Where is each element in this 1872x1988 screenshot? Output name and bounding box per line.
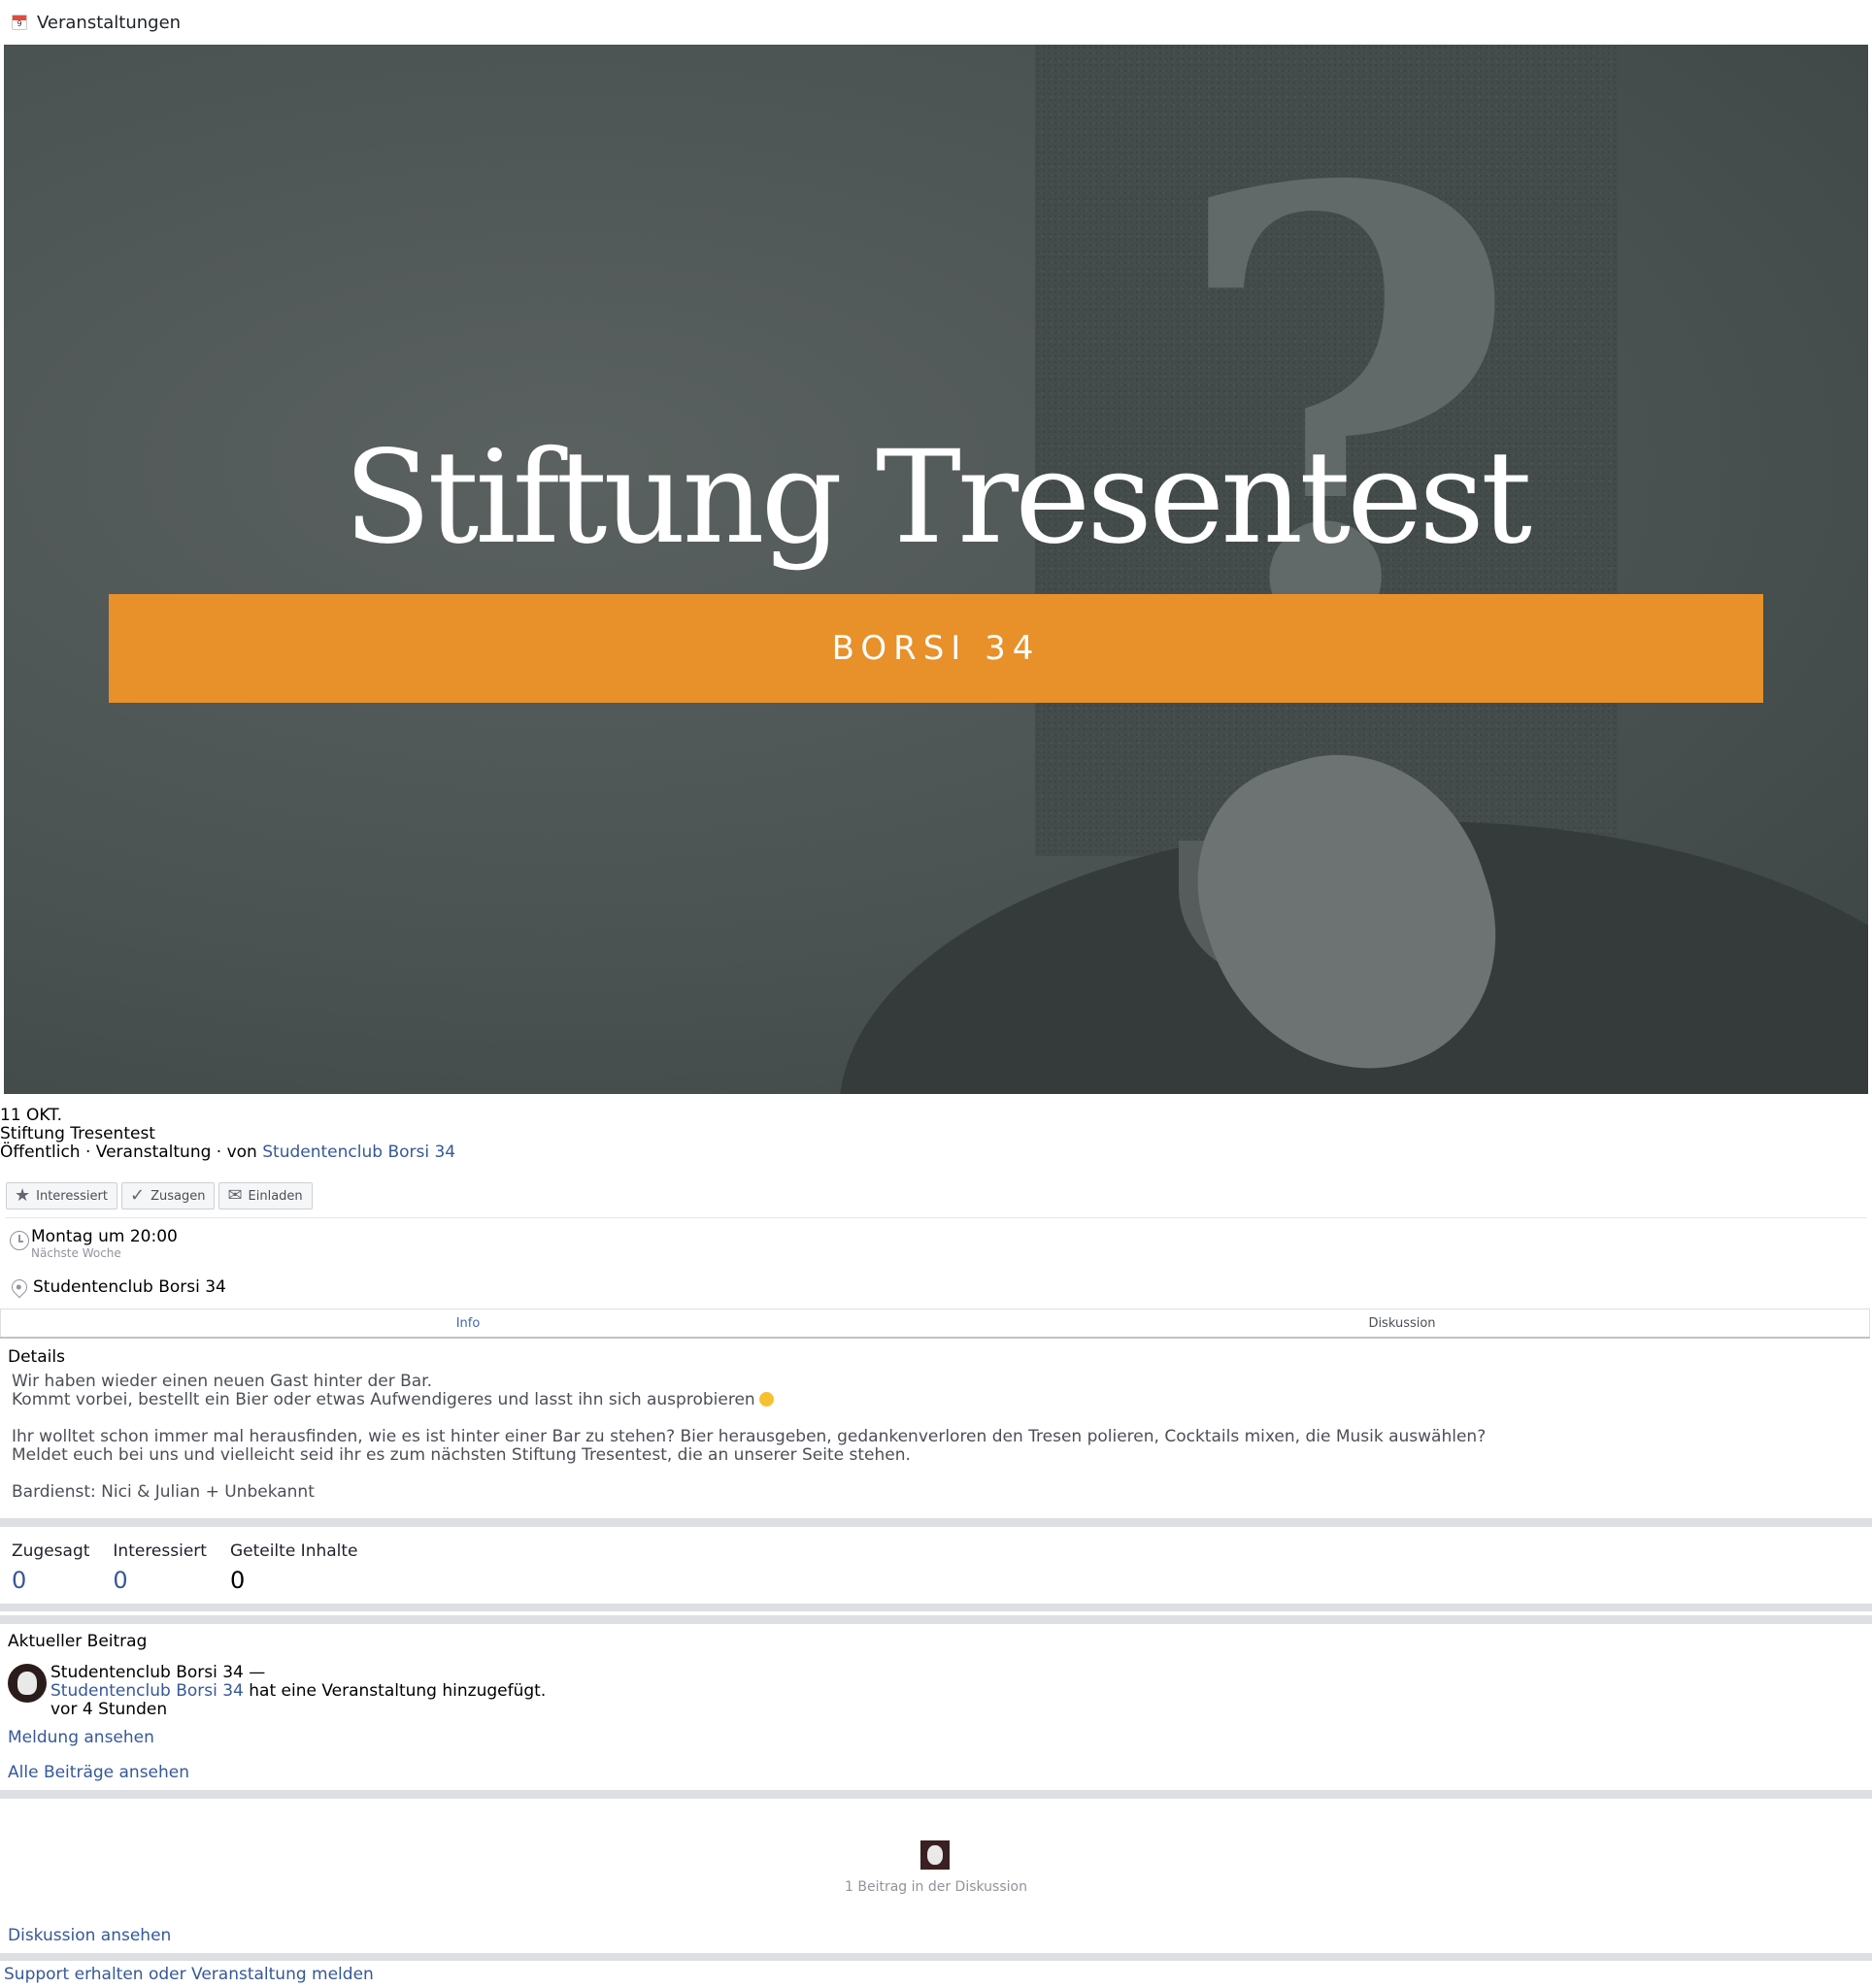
event-host-link[interactable]: Studentenclub Borsi 34 — [262, 1143, 455, 1162]
event-time-relative: Nächste Woche — [31, 1246, 121, 1260]
event-date: 11 OKT. — [0, 1106, 63, 1125]
event-time: Montag um 20:00 — [31, 1227, 178, 1246]
section-separator — [0, 1790, 1872, 1799]
stat-interested[interactable]: Interessiert 0 — [113, 1541, 207, 1594]
event-stats: Zugesagt 0 Interessiert 0 Geteilte Inhal… — [12, 1541, 358, 1594]
stat-going-label: Zugesagt — [12, 1541, 90, 1561]
cover-banner-text: BORSI 34 — [831, 629, 1041, 668]
details-line-text: Kommt vorbei, bestellt ein Bier oder etw… — [12, 1390, 755, 1409]
event-time-row: Montag um 20:00 Nächste Woche — [10, 1227, 178, 1260]
event-location-row: Studentenclub Borsi 34 — [8, 1276, 226, 1299]
invite-button-label: Einladen — [248, 1188, 303, 1204]
invite-button[interactable]: ✉ Einladen — [218, 1182, 313, 1209]
recent-post-title: Aktueller Beitrag — [8, 1632, 148, 1651]
section-separator — [0, 1953, 1872, 1961]
view-all-posts-link[interactable]: Alle Beiträge ansehen — [8, 1763, 189, 1782]
event-tabs: Info Diskussion — [0, 1309, 1870, 1338]
stat-interested-label: Interessiert — [113, 1541, 207, 1561]
view-post-link[interactable]: Meldung ansehen — [8, 1728, 154, 1747]
post-author-link[interactable]: Studentenclub Borsi 34 — [50, 1681, 244, 1701]
details-line: Kommt vorbei, bestellt ein Bier oder etw… — [12, 1391, 1486, 1409]
divider — [6, 1217, 1866, 1218]
stat-shares-label: Geteilte Inhalte — [229, 1541, 358, 1561]
clock-icon — [10, 1231, 29, 1250]
event-name: Stiftung Tresentest — [0, 1124, 155, 1143]
event-meta: Öffentlich · Veranstaltung · von Student… — [0, 1143, 455, 1162]
view-discussion-link[interactable]: Diskussion ansehen — [8, 1926, 171, 1945]
event-cover-image: ? Stiftung Tresentest BORSI 34 — [4, 45, 1868, 1094]
interested-button[interactable]: ★ Interessiert — [6, 1182, 117, 1209]
post-author-line: Studentenclub Borsi 34 — — [50, 1663, 266, 1682]
location-pin-icon — [8, 1276, 31, 1299]
cover-title: Stiftung Tresentest — [343, 423, 1532, 573]
cover-banner: BORSI 34 — [109, 594, 1763, 703]
calendar-icon — [12, 15, 27, 30]
post-action-line: Studentenclub Borsi 34 hat eine Veransta… — [50, 1682, 546, 1701]
going-button-label: Zusagen — [150, 1188, 206, 1204]
details-line: Meldet euch bei uns und vielleicht seid … — [12, 1445, 911, 1465]
post-time: vor 4 Stunden — [50, 1700, 168, 1719]
section-separator — [0, 1604, 1872, 1611]
stat-interested-value: 0 — [113, 1567, 128, 1594]
details-line: Ihr wolltet schon immer mal herausfinden… — [12, 1427, 1487, 1446]
wink-emoji-icon — [758, 1392, 774, 1407]
envelope-icon: ✉ — [227, 1185, 243, 1206]
stat-going-value: 0 — [12, 1567, 27, 1594]
stat-shares: Geteilte Inhalte 0 — [230, 1541, 358, 1594]
post-action-text: hat eine Veranstaltung hinzugefügt. — [243, 1681, 547, 1701]
event-meta-prefix: Öffentlich · Veranstaltung · von — [0, 1143, 263, 1162]
event-location[interactable]: Studentenclub Borsi 34 — [33, 1277, 226, 1297]
details-line: Wir haben wieder einen neuen Gast hinter… — [12, 1372, 433, 1391]
discussion-avatar — [920, 1840, 950, 1870]
discussion-count: 1 Beitrag in der Diskussion — [845, 1879, 1027, 1895]
check-icon: ✓ — [129, 1185, 146, 1206]
top-bar: Veranstaltungen — [0, 0, 1872, 45]
interested-button-label: Interessiert — [36, 1188, 108, 1204]
recent-post: Studentenclub Borsi 34 — Studentenclub B… — [8, 1664, 546, 1719]
details-line: Bardienst: Nici & Julian + Unbekannt — [12, 1482, 315, 1502]
section-separator — [0, 1518, 1872, 1527]
star-icon: ★ — [15, 1185, 31, 1206]
event-actions: ★ Interessiert ✓ Zusagen ✉ Einladen — [6, 1182, 313, 1209]
going-button[interactable]: ✓ Zusagen — [120, 1182, 216, 1209]
support-report-link[interactable]: Support erhalten oder Veranstaltung meld… — [4, 1965, 374, 1984]
details-title: Details — [8, 1347, 65, 1367]
details-body: Wir haben wieder einen neuen Gast hinter… — [12, 1373, 1486, 1502]
tab-discussion[interactable]: Diskussion — [935, 1309, 1869, 1337]
page-title: Veranstaltungen — [37, 12, 182, 33]
section-separator — [0, 1615, 1872, 1624]
post-text: Studentenclub Borsi 34 — Studentenclub B… — [50, 1664, 546, 1719]
stat-going[interactable]: Zugesagt 0 — [12, 1541, 89, 1594]
stat-shares-value: 0 — [229, 1567, 246, 1594]
avatar[interactable] — [8, 1664, 47, 1703]
tab-info[interactable]: Info — [1, 1309, 935, 1337]
event-header: 11 OKT. Stiftung Tresentest Öffentlich ·… — [0, 1107, 455, 1162]
tabs-underline — [0, 1337, 1870, 1339]
